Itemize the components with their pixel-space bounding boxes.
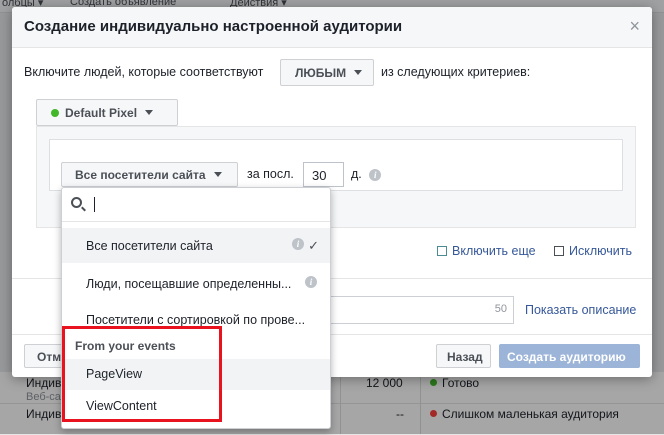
- close-icon[interactable]: ×: [629, 17, 640, 35]
- match-type-value: ЛЮБЫМ: [295, 66, 347, 80]
- check-icon: ✓: [308, 238, 319, 253]
- visitors-dropdown[interactable]: Все посетители сайта: [61, 162, 238, 187]
- pixel-dropdown[interactable]: Default Pixel: [36, 99, 178, 126]
- criteria-prefix: Включите людей, которые соответствуют: [24, 65, 264, 79]
- pixel-status-icon: [51, 109, 59, 117]
- dialog-header: Создание индивидуально настроенной аудит…: [12, 7, 652, 48]
- show-description-link[interactable]: Показать описание: [525, 303, 636, 317]
- include-icon: [437, 246, 447, 256]
- description-char-count: 50: [494, 303, 507, 315]
- create-audience-button[interactable]: Создать аудиторию: [499, 344, 640, 368]
- days-unit-label: д. i: [351, 167, 382, 181]
- description-input[interactable]: 50: [330, 296, 514, 324]
- exclude-link[interactable]: Исключить: [554, 244, 632, 258]
- dropdown-option-specific-pages[interactable]: Люди, посещавшие определенны... i: [62, 266, 330, 301]
- chevron-down-icon: [213, 172, 222, 177]
- back-button[interactable]: Назад: [436, 344, 491, 368]
- dropdown-search[interactable]: [62, 188, 330, 222]
- criteria-suffix: из следующих критериев:: [381, 65, 531, 79]
- info-icon[interactable]: i: [369, 169, 382, 181]
- exclude-icon: [554, 246, 564, 256]
- highlight-annotation: [62, 326, 222, 422]
- chevron-down-icon: [145, 110, 154, 115]
- search-icon: [71, 197, 82, 208]
- visitors-value: Все посетители сайта: [75, 168, 206, 182]
- chevron-down-icon: [354, 70, 363, 75]
- days-input[interactable]: 30: [303, 162, 344, 187]
- info-icon[interactable]: i: [292, 238, 304, 250]
- dialog-title: Создание индивидуально настроенной аудит…: [24, 18, 403, 35]
- pixel-name: Default Pixel: [65, 106, 138, 120]
- match-type-dropdown[interactable]: ЛЮБЫМ: [280, 59, 374, 86]
- dropdown-option-all-visitors[interactable]: Все посетители сайта i ✓: [62, 228, 330, 263]
- for-last-label: за посл.: [247, 167, 294, 181]
- text-cursor: [94, 197, 95, 212]
- info-icon[interactable]: i: [305, 276, 317, 288]
- include-more-link[interactable]: Включить еще: [437, 244, 536, 258]
